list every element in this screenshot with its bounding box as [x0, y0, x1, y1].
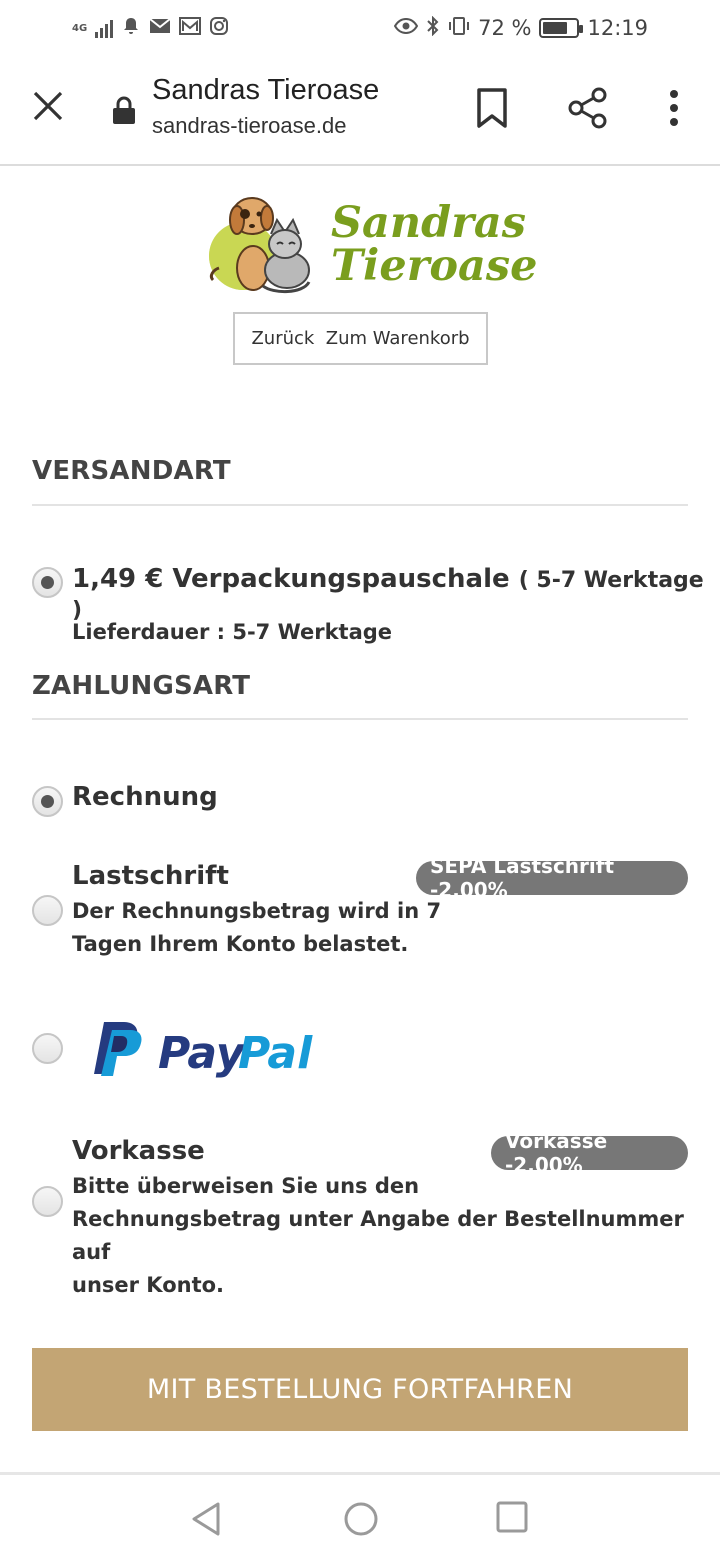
status-left: 4G	[72, 16, 229, 40]
circle-home-icon	[344, 1502, 378, 1536]
signal-icon	[95, 18, 114, 38]
logo-line-1: Sandras	[331, 198, 526, 248]
dog-cat-logo-icon	[209, 197, 311, 293]
system-nav-bar	[0, 1472, 720, 1560]
site-logo[interactable]: Sandras Tieroase	[205, 188, 537, 300]
payment-option-rechnung[interactable]: Rechnung	[72, 782, 218, 812]
paypal-wordmark-pay: Pay	[158, 1028, 247, 1079]
share-icon	[568, 87, 607, 129]
paypal-wordmark-pal: Pal	[238, 1028, 313, 1079]
square-recents-icon	[496, 1501, 528, 1533]
battery-percent: 72 %	[478, 16, 532, 40]
divider	[32, 718, 688, 720]
instagram-icon	[209, 16, 229, 40]
payment-option-lastschrift[interactable]: Lastschrift	[72, 861, 229, 891]
page-title: Sandras Tieroase	[152, 74, 380, 106]
payment-radio-rechnung[interactable]	[32, 786, 63, 817]
close-icon	[33, 91, 63, 121]
paypal-icon: Pay Pal	[94, 1022, 313, 1079]
page-url: sandras-tieroase.de	[152, 113, 347, 138]
description-line: Der Rechnungsbetrag wird in 7	[72, 899, 442, 923]
vorkasse-description: Bitte überweisen Sie uns den Rechnungsbe…	[72, 1170, 720, 1302]
paypal-logo[interactable]: Pay Pal	[90, 1018, 330, 1080]
logo-text: Sandras Tieroase	[331, 202, 537, 288]
payment-radio-vorkasse[interactable]	[32, 1186, 63, 1217]
logo-line-2: Tieroase	[331, 241, 538, 291]
close-button[interactable]	[28, 86, 68, 126]
back-to-cart-button[interactable]: Zurück Zum Warenkorb	[233, 312, 488, 365]
gmail-icon	[179, 17, 202, 39]
eye-icon	[393, 17, 419, 39]
nav-home-button[interactable]	[343, 1501, 379, 1537]
description-line: Tagen Ihrem Konto belastet.	[72, 932, 409, 956]
payment-heading: ZAHLUNGSART	[32, 671, 251, 701]
more-options-button[interactable]	[662, 86, 686, 130]
discount-badge: SEPA Lastschrift -2.00%	[416, 854, 688, 902]
lock-icon	[112, 96, 136, 124]
notification-bell-icon	[121, 16, 141, 40]
continue-order-button[interactable]: MIT BESTELLUNG FORTFAHREN	[32, 1348, 688, 1431]
payment-option-vorkasse[interactable]: Vorkasse	[72, 1136, 205, 1166]
share-button[interactable]	[566, 86, 610, 130]
battery-icon	[539, 18, 584, 38]
description-line: Bitte überweisen Sie uns den	[72, 1174, 420, 1198]
delivery-note: Lieferdauer : 5-7 Werktage	[72, 620, 393, 644]
shipping-radio[interactable]	[32, 567, 63, 598]
vibrate-icon	[448, 16, 470, 40]
lastschrift-description: Der Rechnungsbetrag wird in 7 Tagen Ihre…	[72, 895, 441, 961]
discount-badge: Vorkasse -2.00%	[491, 1129, 688, 1177]
network-type: 4G	[72, 22, 88, 34]
shipping-option-main: 1,49 € Verpackungspauschale	[72, 564, 510, 594]
more-vert-icon	[670, 90, 678, 126]
bookmark-icon	[477, 88, 507, 128]
bluetooth-icon	[426, 15, 440, 40]
browser-toolbar: Sandras Tieroase sandras-tieroase.de	[0, 56, 720, 166]
status-bar: 4G 72 % 12:19	[0, 0, 720, 56]
shipping-heading: VERSANDART	[32, 456, 231, 486]
description-line: unser Konto.	[72, 1273, 225, 1297]
shipping-option-label[interactable]: 1,49 € Verpackungspauschale ( 5-7 Werkta…	[72, 564, 720, 624]
nav-back-button[interactable]	[190, 1501, 222, 1537]
triangle-back-icon	[192, 1502, 220, 1536]
divider	[32, 504, 688, 506]
page-info[interactable]: Sandras Tieroase sandras-tieroase.de	[152, 74, 379, 139]
nav-recents-button[interactable]	[496, 1501, 528, 1533]
payment-radio-paypal[interactable]	[32, 1033, 63, 1064]
clock: 12:19	[587, 16, 648, 40]
description-line: Rechnungsbetrag unter Angabe der Bestell…	[72, 1207, 684, 1264]
mail-icon	[149, 17, 171, 39]
status-right: 72 % 12:19	[393, 15, 648, 40]
payment-radio-lastschrift[interactable]	[32, 895, 63, 926]
bookmark-button[interactable]	[472, 86, 512, 132]
